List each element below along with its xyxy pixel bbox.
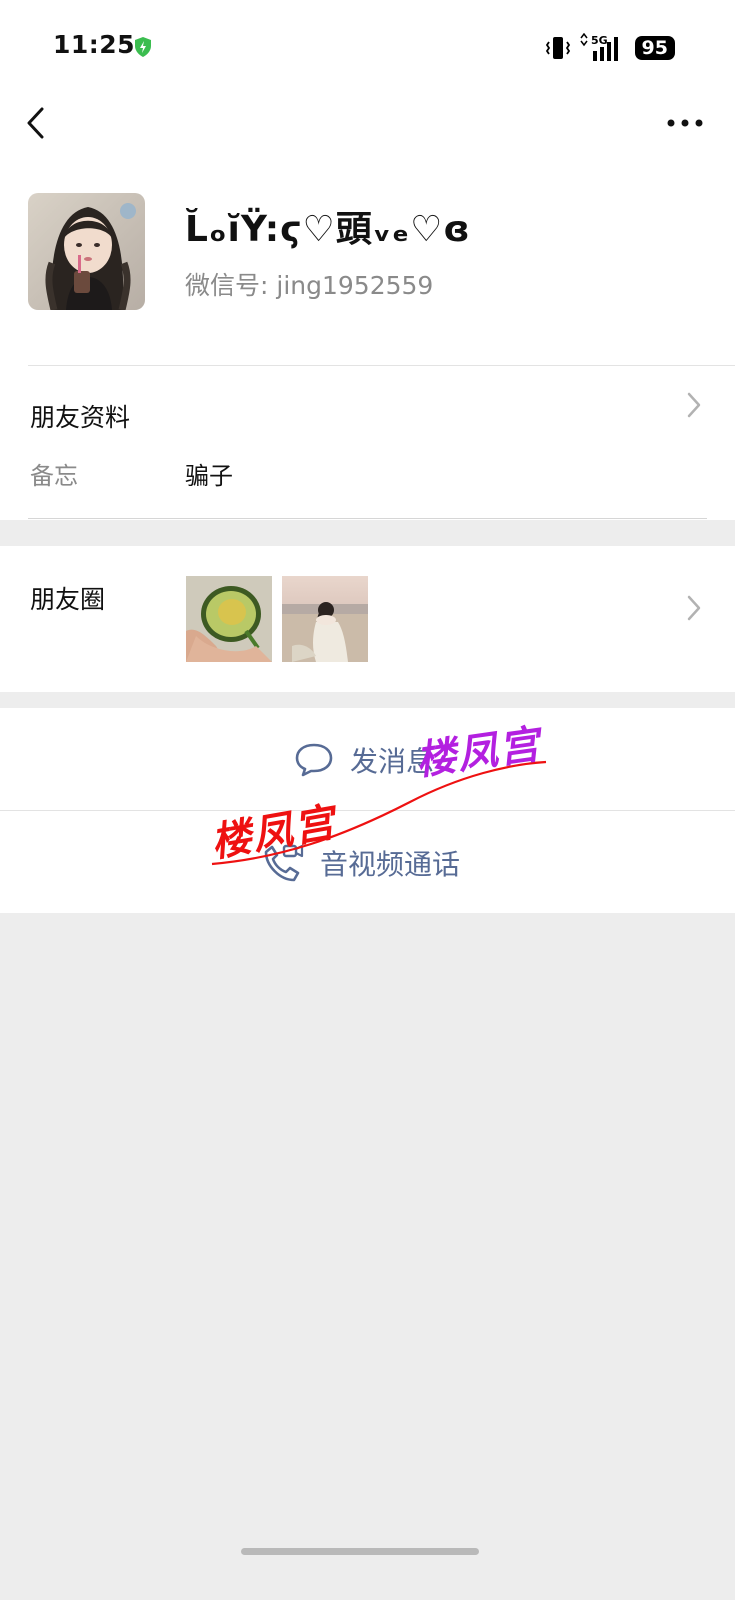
avatar[interactable] — [28, 193, 145, 310]
moments-row[interactable]: 朋友圈 — [0, 546, 735, 692]
moments-title: 朋友圈 — [30, 585, 106, 614]
more-options-button[interactable] — [667, 118, 703, 128]
wechat-id-row: 微信号: jing1952559 — [185, 266, 433, 302]
back-button[interactable] — [22, 105, 52, 141]
chevron-right-icon — [687, 392, 701, 418]
network-label: 5G — [591, 34, 608, 47]
battery-level: 95 — [634, 36, 675, 60]
system-indicators: 5G 95 — [545, 33, 675, 63]
friend-info-title: 朋友资料 — [30, 403, 131, 432]
home-indicator[interactable] — [241, 1548, 479, 1555]
chevron-right-icon — [687, 595, 701, 621]
wechat-id-label: 微信号: — [185, 271, 269, 300]
security-shield-icon — [135, 37, 151, 57]
profile-nickname: L̆ₒĭŸ:ϛ♡頭ᵥₑ♡ɞ — [185, 209, 471, 250]
wechat-id-value: jing1952559 — [276, 271, 434, 300]
friend-info-divider — [28, 518, 707, 519]
vibrate-icon — [545, 37, 570, 59]
status-time: 11:25 — [53, 30, 136, 59]
remark-label: 备忘 — [30, 462, 78, 490]
remark-value: 骗子 — [185, 462, 233, 490]
moments-thumbnail[interactable] — [186, 576, 272, 662]
friend-info-row[interactable]: 朋友资料 备忘 骗子 — [0, 366, 735, 519]
signal-5g-icon: 5G — [579, 33, 618, 61]
moments-thumbnail[interactable] — [282, 576, 368, 662]
